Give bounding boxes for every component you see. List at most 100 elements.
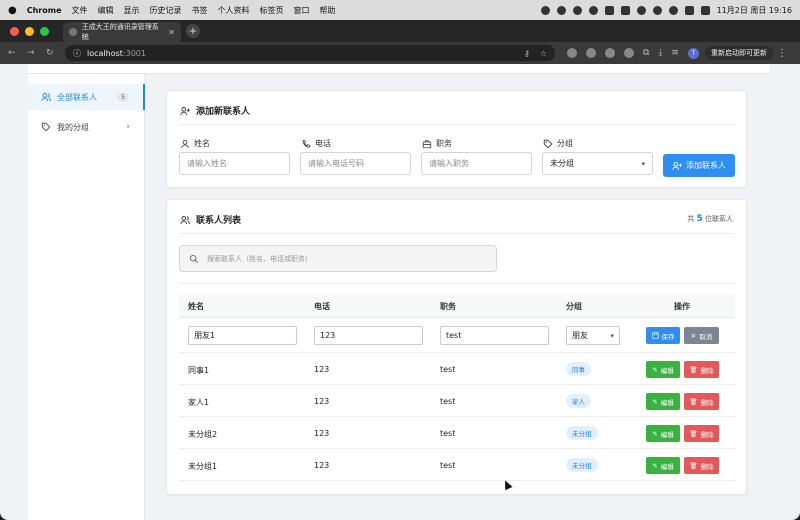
bookmark-star-icon[interactable]: ☆ [540, 49, 547, 58]
edit-group-select[interactable]: 朋友 ▾ [566, 326, 620, 345]
job-label-text: 职务 [436, 139, 452, 148]
forward-arrow-icon[interactable]: → [27, 48, 41, 58]
macos-menu-bar: ● Chrome 文件 编辑 显示 历史记录 书签 个人资料 标签页 窗口 帮助… [0, 0, 800, 20]
pencil-icon: ✎ [652, 429, 658, 438]
save-button[interactable]: 保存 [646, 327, 680, 344]
pencil-icon: ✎ [652, 397, 658, 406]
cell-job: test [440, 461, 456, 470]
browser-tab-bar: 王成大王的通讯录管理系统 ✕ + [0, 20, 800, 42]
menu-item-tab[interactable]: 标签页 [260, 5, 284, 16]
edit-button[interactable]: ✎ 编辑 [646, 361, 680, 378]
site-info-icon[interactable]: ⓘ [73, 48, 81, 59]
edit-button[interactable]: ✎ 编辑 [646, 457, 680, 474]
add-contact-button-label: 添加联系人 [686, 161, 726, 170]
phone-input[interactable] [300, 152, 411, 175]
chevron-right-icon: › [126, 122, 130, 132]
close-tab-icon[interactable]: ✕ [168, 28, 175, 37]
close-window-button[interactable] [10, 26, 19, 36]
trash-icon: 🗑 [689, 365, 698, 374]
job-input[interactable] [421, 152, 532, 175]
record-status-icon[interactable] [540, 5, 550, 15]
table-row: 家人1 123 test 家人 ✎ 编辑 🗑 删除 [179, 385, 735, 417]
menu-item-view[interactable]: 显示 [124, 5, 140, 16]
extension-icon[interactable] [567, 48, 577, 58]
menu-item-help[interactable]: 帮助 [320, 5, 336, 16]
edit-name-input[interactable]: 朋友1 [188, 326, 297, 345]
menu-app-name[interactable]: Chrome [27, 6, 62, 15]
sidebar-item-my-groups[interactable]: 我的分组 › [28, 114, 145, 140]
chat-status-icon[interactable] [556, 5, 566, 15]
delete-button[interactable]: 🗑 删除 [684, 393, 719, 410]
zoom-window-button[interactable] [40, 26, 49, 36]
cancel-button[interactable]: ✕ 取消 [684, 327, 719, 344]
edit-job-input[interactable]: test [440, 326, 549, 345]
extension-icon[interactable] [624, 48, 634, 58]
user-plus-icon [672, 161, 682, 170]
delete-button[interactable]: 🗑 删除 [684, 425, 719, 442]
table-row: 同事1 123 test 同事 ✎ 编辑 🗑 删除 [179, 353, 735, 385]
add-contact-title-text: 添加新联系人 [196, 107, 251, 117]
reload-icon[interactable]: ↻ [46, 48, 60, 58]
cell-name: 家人1 [188, 398, 210, 407]
tab-title: 王成大王的通讯录管理系统 [81, 23, 159, 41]
sidebar: 全部联系人 5 我的分组 › [28, 74, 145, 520]
delete-label: 删除 [700, 398, 714, 407]
menu-item-bookmarks[interactable]: 书签 [192, 5, 208, 16]
edit-phone-input[interactable]: 123 [314, 326, 423, 345]
delete-label: 删除 [700, 366, 714, 375]
sidebar-item-label: 全部联系人 [57, 92, 97, 102]
extension-icon[interactable] [586, 48, 596, 58]
save-label: 保存 [661, 332, 675, 341]
delete-button[interactable]: 🗑 删除 [684, 361, 719, 378]
menu-item-edit[interactable]: 编辑 [98, 5, 114, 16]
name-input[interactable] [179, 152, 290, 175]
battery-icon[interactable] [684, 5, 694, 15]
close-icon: ✕ [690, 331, 697, 340]
app-header-strip [28, 64, 769, 74]
user-status-icon[interactable] [652, 5, 662, 15]
phone-icon [302, 139, 311, 147]
play-status-icon[interactable] [636, 5, 646, 15]
cell-job: test [440, 429, 456, 438]
menu-item-history[interactable]: 历史记录 [150, 5, 182, 16]
wechat-status-icon[interactable] [588, 5, 598, 15]
relaunch-update-button[interactable]: 重新启动即可更新 [704, 46, 773, 60]
group-select[interactable]: 未分组 ▾ [542, 152, 653, 175]
apple-logo-icon[interactable]: ● [8, 5, 17, 16]
more-menu-icon[interactable]: ⋮ [777, 48, 787, 59]
search-box[interactable]: 搜索联系人（姓名、电话或职务） [179, 245, 497, 272]
menubar-clock[interactable]: 11月2日 周日 19:16 [717, 5, 792, 16]
address-bar[interactable]: ⓘ localhost :3001 ⚷ ☆ [65, 45, 555, 61]
keyboard-status-icon[interactable] [604, 5, 614, 15]
cell-name: 未分组2 [188, 430, 218, 439]
reading-list-icon[interactable]: ≡ [671, 48, 679, 58]
wifi-icon[interactable] [668, 5, 678, 15]
download-icon[interactable]: ⤓ [658, 48, 662, 58]
password-key-icon[interactable]: ⚷ [524, 49, 530, 58]
control-center-icon[interactable] [700, 5, 710, 15]
profile-avatar[interactable]: T [687, 47, 699, 59]
add-contact-button[interactable]: 添加联系人 [663, 154, 735, 177]
display-status-icon[interactable] [620, 5, 630, 15]
menu-item-file[interactable]: 文件 [72, 5, 88, 16]
group-tag: 家人 [566, 394, 591, 408]
column-header-actions: 操作 [674, 302, 690, 311]
extension-icon[interactable] [605, 48, 615, 58]
menu-item-window[interactable]: 窗口 [294, 5, 310, 16]
pencil-icon: ✎ [652, 461, 658, 470]
new-tab-button[interactable]: + [186, 24, 200, 38]
group-tag: 同事 [566, 362, 591, 376]
back-arrow-icon[interactable]: ← [8, 48, 22, 58]
sidebar-item-all-contacts[interactable]: 全部联系人 5 [28, 84, 145, 110]
omnibox-actions: ⚷ ☆ [524, 49, 547, 58]
edit-button[interactable]: ✎ 编辑 [646, 393, 680, 410]
edit-button[interactable]: ✎ 编辑 [646, 425, 680, 442]
app-status-icon[interactable] [572, 5, 582, 15]
extensions-puzzle-icon[interactable]: ⧉ [643, 48, 649, 58]
tab-favicon-icon [69, 28, 77, 36]
delete-button[interactable]: 🗑 删除 [684, 457, 719, 474]
browser-tab[interactable]: 王成大王的通讯录管理系统 ✕ [63, 22, 181, 42]
minimize-window-button[interactable] [25, 26, 34, 36]
table-row: 未分组2 123 test 未分组 ✎ 编辑 🗑 删除 [179, 417, 735, 449]
menu-item-profiles[interactable]: 个人资料 [218, 5, 250, 16]
